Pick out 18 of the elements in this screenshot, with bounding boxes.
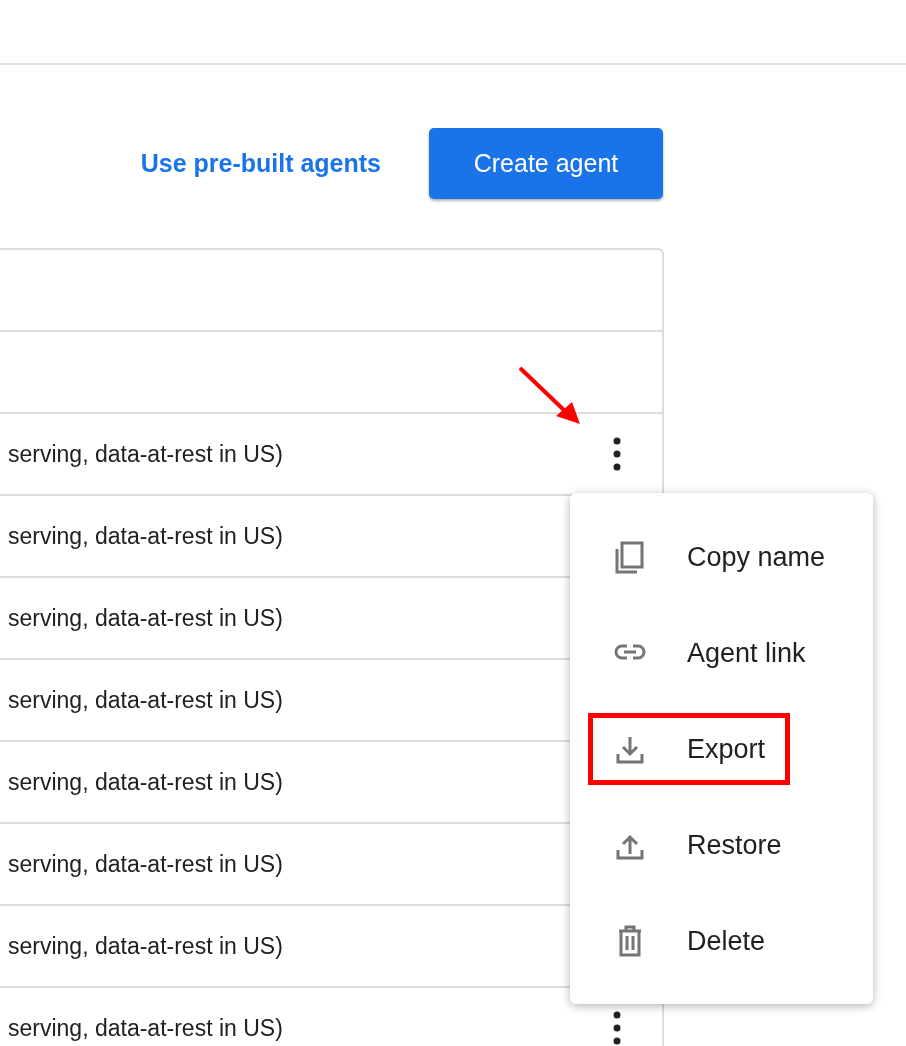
table-cell: serving, data-at-rest in US) [8, 768, 283, 796]
table-cell: serving, data-at-rest in US) [8, 932, 283, 960]
menu-item[interactable]: Copy name [687, 541, 826, 573]
table-cell: serving, data-at-rest in US) [8, 604, 283, 632]
table-cell: serving, data-at-rest in US) [8, 522, 283, 550]
menu-item[interactable]: Delete [687, 925, 766, 957]
create-agent-button[interactable]: Create agent [429, 128, 663, 199]
menu-item[interactable]: Agent link [687, 637, 806, 669]
table-cell: serving, data-at-rest in US) [8, 440, 283, 468]
menu-item[interactable]: Restore [687, 829, 782, 861]
pre-built-agents-link[interactable]: Use pre-built agents [140, 149, 381, 178]
table-cell: serving, data-at-rest in US) [8, 850, 283, 878]
menu-item[interactable]: Export [687, 733, 766, 765]
more-icon[interactable] [612, 437, 622, 471]
table-cell: serving, data-at-rest in US) [8, 1014, 283, 1042]
more-icon[interactable] [612, 1011, 622, 1045]
copy-icon [613, 540, 647, 574]
table-cell: serving, data-at-rest in US) [8, 686, 283, 714]
